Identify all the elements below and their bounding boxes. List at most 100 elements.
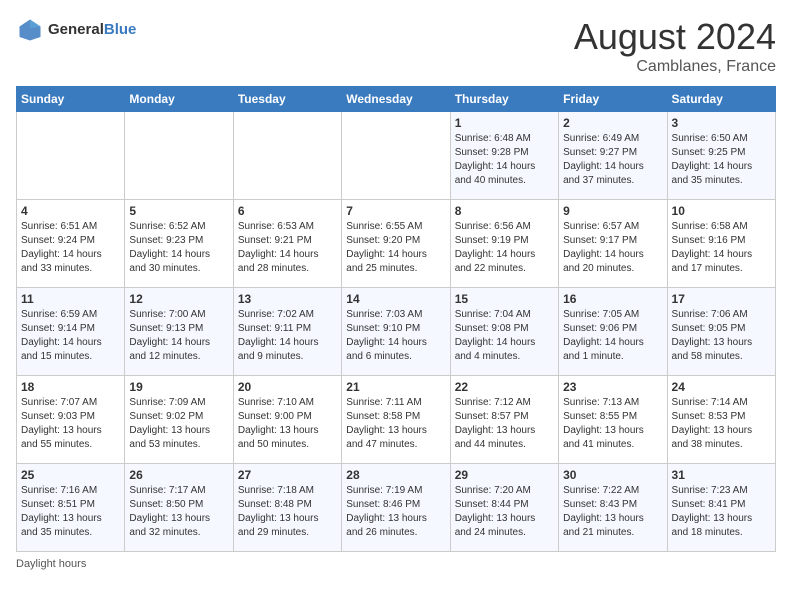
day-info: Sunrise: 7:02 AM Sunset: 9:11 PM Dayligh…	[238, 308, 337, 364]
day-info: Sunrise: 6:48 AM Sunset: 9:28 PM Dayligh…	[455, 132, 554, 188]
calendar-cell: 19 Sunrise: 7:09 AM Sunset: 9:02 PM Dayli…	[125, 376, 233, 464]
day-number: 23	[563, 380, 662, 394]
calendar-cell: 16 Sunrise: 7:05 AM Sunset: 9:06 PM Dayli…	[559, 288, 667, 376]
day-number: 28	[346, 468, 445, 482]
day-info: Sunrise: 7:06 AM Sunset: 9:05 PM Dayligh…	[672, 308, 771, 364]
calendar-cell: 1 Sunrise: 6:48 AM Sunset: 9:28 PM Daylig…	[450, 112, 558, 200]
calendar-cell	[125, 112, 233, 200]
logo: GeneralBlue	[16, 16, 136, 44]
day-info: Sunrise: 7:19 AM Sunset: 8:46 PM Dayligh…	[346, 484, 445, 540]
day-info: Sunrise: 7:17 AM Sunset: 8:50 PM Dayligh…	[129, 484, 228, 540]
day-number: 3	[672, 116, 771, 130]
calendar-week-3: 11Sunrise: 6:59 AM Sunset: 9:14 PM Dayli…	[17, 288, 776, 376]
calendar-cell: 27 Sunrise: 7:18 AM Sunset: 8:48 PM Dayli…	[233, 464, 341, 552]
calendar-cell: 24Sunrise: 7:14 AM Sunset: 8:53 PM Dayli…	[667, 376, 775, 464]
day-info: Sunrise: 6:50 AM Sunset: 9:25 PM Dayligh…	[672, 132, 771, 188]
day-header-thursday: Thursday	[450, 87, 558, 112]
calendar-cell	[233, 112, 341, 200]
day-number: 9	[563, 204, 662, 218]
day-info: Sunrise: 6:59 AM Sunset: 9:14 PM Dayligh…	[21, 308, 120, 364]
day-number: 22	[455, 380, 554, 394]
calendar-cell: 7Sunrise: 6:55 AM Sunset: 9:20 PM Daylig…	[342, 200, 450, 288]
day-info: Sunrise: 7:20 AM Sunset: 8:44 PM Dayligh…	[455, 484, 554, 540]
calendar-cell: 18 Sunrise: 7:07 AM Sunset: 9:03 PM Dayli…	[17, 376, 125, 464]
day-info: Sunrise: 7:23 AM Sunset: 8:41 PM Dayligh…	[672, 484, 771, 540]
day-info: Sunrise: 7:00 AM Sunset: 9:13 PM Dayligh…	[129, 308, 228, 364]
day-number: 4	[21, 204, 120, 218]
calendar-location: Camblanes, France	[574, 58, 776, 76]
day-info: Sunrise: 6:52 AM Sunset: 9:23 PM Dayligh…	[129, 220, 228, 276]
calendar-cell: 15Sunrise: 7:04 AM Sunset: 9:08 PM Dayli…	[450, 288, 558, 376]
day-info: Sunrise: 6:53 AM Sunset: 9:21 PM Dayligh…	[238, 220, 337, 276]
calendar-cell: 14 Sunrise: 7:03 AM Sunset: 9:10 PM Dayli…	[342, 288, 450, 376]
calendar-cell: 5Sunrise: 6:52 AM Sunset: 9:23 PM Daylig…	[125, 200, 233, 288]
day-info: Sunrise: 7:13 AM Sunset: 8:55 PM Dayligh…	[563, 396, 662, 452]
day-info: Sunrise: 6:57 AM Sunset: 9:17 PM Dayligh…	[563, 220, 662, 276]
day-number: 12	[129, 292, 228, 306]
day-info: Sunrise: 7:03 AM Sunset: 9:10 PM Dayligh…	[346, 308, 445, 364]
calendar-cell: 21 Sunrise: 7:11 AM Sunset: 8:58 PM Dayli…	[342, 376, 450, 464]
calendar-cell: 31Sunrise: 7:23 AM Sunset: 8:41 PM Dayli…	[667, 464, 775, 552]
calendar-cell: 20 Sunrise: 7:10 AM Sunset: 9:00 PM Dayli…	[233, 376, 341, 464]
calendar-week-2: 4 Sunrise: 6:51 AM Sunset: 9:24 PM Daylig…	[17, 200, 776, 288]
day-number: 20	[238, 380, 337, 394]
day-number: 29	[455, 468, 554, 482]
day-info: Sunrise: 7:05 AM Sunset: 9:06 PM Dayligh…	[563, 308, 662, 364]
calendar-cell: 25 Sunrise: 7:16 AM Sunset: 8:51 PM Dayli…	[17, 464, 125, 552]
calendar-cell: 29 Sunrise: 7:20 AM Sunset: 8:44 PM Dayli…	[450, 464, 558, 552]
day-header-wednesday: Wednesday	[342, 87, 450, 112]
calendar-cell: 2Sunrise: 6:49 AM Sunset: 9:27 PM Daylig…	[559, 112, 667, 200]
calendar-week-1: 1 Sunrise: 6:48 AM Sunset: 9:28 PM Daylig…	[17, 112, 776, 200]
calendar-cell: 4 Sunrise: 6:51 AM Sunset: 9:24 PM Daylig…	[17, 200, 125, 288]
header-row: SundayMondayTuesdayWednesdayThursdayFrid…	[17, 87, 776, 112]
day-info: Sunrise: 6:49 AM Sunset: 9:27 PM Dayligh…	[563, 132, 662, 188]
day-info: Sunrise: 7:10 AM Sunset: 9:00 PM Dayligh…	[238, 396, 337, 452]
calendar-cell: 30 Sunrise: 7:22 AM Sunset: 8:43 PM Dayli…	[559, 464, 667, 552]
logo-blue: Blue	[104, 21, 137, 38]
calendar-cell	[342, 112, 450, 200]
day-info: Sunrise: 7:11 AM Sunset: 8:58 PM Dayligh…	[346, 396, 445, 452]
day-number: 30	[563, 468, 662, 482]
day-number: 17	[672, 292, 771, 306]
day-header-sunday: Sunday	[17, 87, 125, 112]
day-number: 18	[21, 380, 120, 394]
day-number: 8	[455, 204, 554, 218]
day-number: 25	[21, 468, 120, 482]
day-number: 6	[238, 204, 337, 218]
day-info: Sunrise: 7:09 AM Sunset: 9:02 PM Dayligh…	[129, 396, 228, 452]
day-header-friday: Friday	[559, 87, 667, 112]
day-info: Sunrise: 7:12 AM Sunset: 8:57 PM Dayligh…	[455, 396, 554, 452]
day-header-monday: Monday	[125, 87, 233, 112]
calendar-cell	[17, 112, 125, 200]
calendar-cell: 10Sunrise: 6:58 AM Sunset: 9:16 PM Dayli…	[667, 200, 775, 288]
day-number: 21	[346, 380, 445, 394]
logo-text: GeneralBlue	[48, 21, 136, 39]
day-info: Sunrise: 7:07 AM Sunset: 9:03 PM Dayligh…	[21, 396, 120, 452]
day-number: 27	[238, 468, 337, 482]
day-info: Sunrise: 7:14 AM Sunset: 8:53 PM Dayligh…	[672, 396, 771, 452]
day-number: 10	[672, 204, 771, 218]
day-number: 15	[455, 292, 554, 306]
day-header-tuesday: Tuesday	[233, 87, 341, 112]
calendar-title: August 2024	[574, 16, 776, 58]
day-header-saturday: Saturday	[667, 87, 775, 112]
calendar-cell: 22 Sunrise: 7:12 AM Sunset: 8:57 PM Dayli…	[450, 376, 558, 464]
calendar-cell: 26Sunrise: 7:17 AM Sunset: 8:50 PM Dayli…	[125, 464, 233, 552]
day-number: 19	[129, 380, 228, 394]
day-info: Sunrise: 7:22 AM Sunset: 8:43 PM Dayligh…	[563, 484, 662, 540]
calendar-cell: 12 Sunrise: 7:00 AM Sunset: 9:13 PM Dayli…	[125, 288, 233, 376]
day-number: 1	[455, 116, 554, 130]
calendar-cell: 17 Sunrise: 7:06 AM Sunset: 9:05 PM Dayli…	[667, 288, 775, 376]
logo-icon	[16, 16, 44, 44]
calendar-cell: 6 Sunrise: 6:53 AM Sunset: 9:21 PM Daylig…	[233, 200, 341, 288]
calendar-cell: 9 Sunrise: 6:57 AM Sunset: 9:17 PM Daylig…	[559, 200, 667, 288]
day-info: Sunrise: 7:18 AM Sunset: 8:48 PM Dayligh…	[238, 484, 337, 540]
day-info: Sunrise: 7:16 AM Sunset: 8:51 PM Dayligh…	[21, 484, 120, 540]
day-number: 13	[238, 292, 337, 306]
day-number: 14	[346, 292, 445, 306]
day-number: 7	[346, 204, 445, 218]
calendar-week-4: 18 Sunrise: 7:07 AM Sunset: 9:03 PM Dayli…	[17, 376, 776, 464]
day-info: Sunrise: 6:51 AM Sunset: 9:24 PM Dayligh…	[21, 220, 120, 276]
calendar-table: SundayMondayTuesdayWednesdayThursdayFrid…	[16, 86, 776, 552]
day-number: 16	[563, 292, 662, 306]
